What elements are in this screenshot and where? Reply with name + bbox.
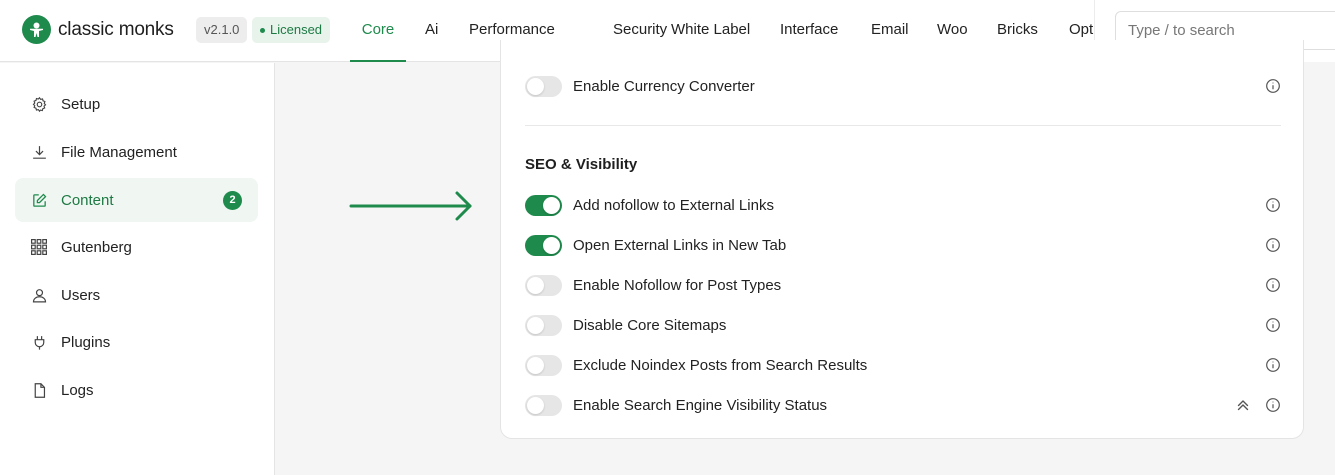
gear-icon: [30, 95, 48, 113]
info-icon[interactable]: [1265, 277, 1281, 293]
info-icon[interactable]: [1265, 237, 1281, 253]
sidebar-item-logs[interactable]: Logs: [15, 368, 258, 412]
plug-icon: [30, 333, 48, 351]
brand-name: classic monks: [58, 18, 174, 40]
setting-row: Enable Currency Converter: [525, 74, 1281, 98]
tab-ai[interactable]: Ai: [425, 0, 438, 62]
setting-row: Enable Nofollow for Post Types: [525, 273, 1281, 297]
monk-logo-icon: [22, 15, 51, 44]
download-icon: [30, 143, 48, 161]
sidebar-item-label: Logs: [61, 381, 94, 399]
setting-label: Add nofollow to External Links: [573, 196, 774, 214]
section-title: SEO & Visibility: [525, 156, 638, 173]
setting-label: Disable Core Sitemaps: [573, 316, 727, 334]
info-icon[interactable]: [1265, 197, 1281, 213]
license-badge: Licensed: [252, 17, 331, 43]
info-icon[interactable]: [1265, 317, 1281, 333]
status-dot-icon: [260, 27, 265, 33]
setting-row: Disable Core Sitemaps: [525, 313, 1281, 337]
file-icon: [30, 381, 48, 399]
toggle-search-engine-visibility[interactable]: [525, 394, 562, 416]
section-divider: [525, 125, 1281, 126]
sidebar-item-label: Setup: [61, 95, 101, 113]
grid-icon: [30, 238, 48, 256]
license-label: Licensed: [270, 22, 323, 37]
info-icon[interactable]: [1265, 357, 1281, 373]
sidebar-item-file-management[interactable]: File Management: [15, 130, 258, 174]
sidebar-item-setup[interactable]: Setup: [15, 82, 258, 126]
setting-label: Enable Search Engine Visibility Status: [573, 396, 828, 414]
toggle-disable-core-sitemaps[interactable]: [525, 314, 562, 336]
sidebar-item-label: Content: [61, 191, 114, 209]
toggle-external-links-new-tab[interactable]: [525, 234, 562, 256]
version-badge: v2.1.0: [196, 17, 248, 43]
tab-core[interactable]: Core: [350, 0, 406, 62]
sidebar: Setup File Management Content 2 Gutenber…: [0, 63, 275, 475]
sidebar-item-label: Gutenberg: [61, 238, 132, 256]
toggle-nofollow-post-types[interactable]: [525, 274, 562, 296]
chevrons-up-icon[interactable]: [1235, 397, 1251, 413]
edit-icon: [30, 191, 48, 209]
toggle-currency-converter[interactable]: [525, 75, 562, 97]
sidebar-item-label: Users: [61, 286, 101, 304]
setting-row: Add nofollow to External Links: [525, 193, 1281, 217]
info-icon[interactable]: [1265, 397, 1281, 413]
sidebar-item-label: Plugins: [61, 333, 111, 351]
sidebar-item-content[interactable]: Content 2: [15, 178, 258, 222]
toggle-exclude-noindex-posts[interactable]: [525, 354, 562, 376]
info-icon[interactable]: [1265, 78, 1281, 94]
setting-row: Open External Links in New Tab: [525, 233, 1281, 257]
setting-row: Exclude Noindex Posts from Search Result…: [525, 353, 1281, 377]
setting-label: Enable Nofollow for Post Types: [573, 276, 782, 294]
sidebar-item-label: File Management: [61, 143, 177, 161]
setting-row: Enable Search Engine Visibility Status: [525, 393, 1281, 417]
count-badge: 2: [223, 191, 242, 210]
user-icon: [30, 286, 48, 304]
arrow-right-icon: [349, 190, 475, 227]
sidebar-item-plugins[interactable]: Plugins: [15, 320, 258, 364]
settings-card: Enable Currency Converter SEO & Visibili…: [500, 40, 1304, 439]
brand-logo[interactable]: classic monks: [22, 15, 174, 44]
setting-label: Open External Links in New Tab: [573, 236, 787, 254]
sidebar-item-users[interactable]: Users: [15, 273, 258, 317]
setting-label: Enable Currency Converter: [573, 77, 755, 95]
toggle-nofollow-external-links[interactable]: [525, 194, 562, 216]
setting-label: Exclude Noindex Posts from Search Result…: [573, 356, 868, 374]
sidebar-item-gutenberg[interactable]: Gutenberg: [15, 225, 258, 269]
